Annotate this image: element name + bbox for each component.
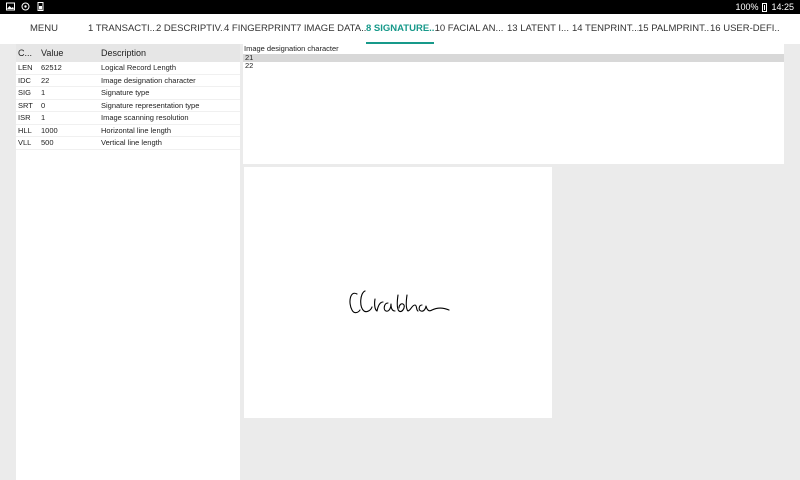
- column-header-code[interactable]: C...: [16, 48, 40, 58]
- cell-value: 1: [41, 88, 46, 98]
- signature-image: [244, 167, 552, 418]
- tab-transaction[interactable]: 1 TRANSACTI...: [88, 14, 156, 44]
- storage-icon: [36, 2, 45, 11]
- cell-code: SIG: [18, 88, 31, 98]
- tab-bar: MENU 1 TRANSACTI... 2 DESCRIPTIV... 4 FI…: [0, 14, 800, 44]
- tab-user-defined[interactable]: 16 USER-DEFI...: [710, 14, 780, 44]
- tab-facial[interactable]: 10 FACIAL AN...: [434, 14, 504, 44]
- cell-value: 1: [41, 113, 46, 123]
- cell-code: VLL: [18, 138, 32, 148]
- cell-code: IDC: [18, 75, 31, 85]
- cell-description: Image scanning resolution: [101, 113, 189, 123]
- table-row[interactable]: LEN 62512 Logical Record Length: [16, 62, 240, 75]
- tab-descriptive[interactable]: 2 DESCRIPTIV...: [156, 14, 224, 44]
- tab-latent[interactable]: 13 LATENT I...: [504, 14, 572, 44]
- cell-value: 500: [41, 138, 54, 148]
- cell-code: ISR: [18, 113, 31, 123]
- tab-signature[interactable]: 8 SIGNATURE...: [366, 14, 434, 44]
- tab-menu[interactable]: MENU: [0, 14, 88, 44]
- cell-description: Signature representation type: [101, 100, 200, 110]
- table-row[interactable]: ISR 1 Image scanning resolution: [16, 112, 240, 125]
- option-item[interactable]: 21: [243, 54, 784, 62]
- cell-code: LEN: [18, 63, 33, 73]
- tab-tenprint[interactable]: 14 TENPRINT...: [572, 14, 638, 44]
- cell-value: 1000: [41, 125, 58, 135]
- cell-code: SRT: [18, 100, 33, 110]
- image-icon: [6, 2, 15, 11]
- status-bar: 100% 14:25: [0, 0, 800, 14]
- cell-description: Logical Record Length: [101, 63, 177, 73]
- clock: 14:25: [771, 2, 794, 12]
- signature-drawing: [349, 290, 450, 314]
- cell-description: Vertical line length: [101, 138, 162, 148]
- column-header-value[interactable]: Value: [40, 48, 100, 58]
- tab-image-data[interactable]: 7 IMAGE DATA...: [296, 14, 366, 44]
- battery-icon: [762, 2, 768, 12]
- battery-percent: 100%: [735, 2, 759, 12]
- table-row[interactable]: SRT 0 Signature representation type: [16, 100, 240, 112]
- tab-fingerprint[interactable]: 4 FINGERPRINT...: [224, 14, 296, 44]
- table-row[interactable]: SIG 1 Signature type: [16, 87, 240, 100]
- detail-title: Image designation character: [244, 44, 339, 53]
- cell-description: Image designation character: [101, 75, 196, 85]
- table-row[interactable]: VLL 500 Vertical line length: [16, 137, 240, 150]
- option-item[interactable]: 22: [243, 62, 784, 70]
- table-row[interactable]: HLL 1000 Horizontal line length: [16, 125, 240, 137]
- sync-icon: [21, 2, 30, 11]
- table-header: C... Value Description: [16, 44, 240, 62]
- table-row[interactable]: IDC 22 Image designation character: [16, 75, 240, 87]
- cell-description: Horizontal line length: [101, 125, 172, 135]
- tab-palmprint[interactable]: 15 PALMPRINT...: [638, 14, 710, 44]
- cell-code: HLL: [18, 125, 32, 135]
- cell-value: 62512: [41, 63, 62, 73]
- cell-value: 0: [41, 100, 46, 110]
- column-header-description[interactable]: Description: [100, 48, 240, 58]
- cell-description: Signature type: [101, 88, 150, 98]
- field-table: C... Value Description LEN 62512 Logical…: [16, 44, 240, 480]
- detail-panel: Image designation character 21 22: [243, 44, 784, 164]
- cell-value: 22: [41, 75, 50, 85]
